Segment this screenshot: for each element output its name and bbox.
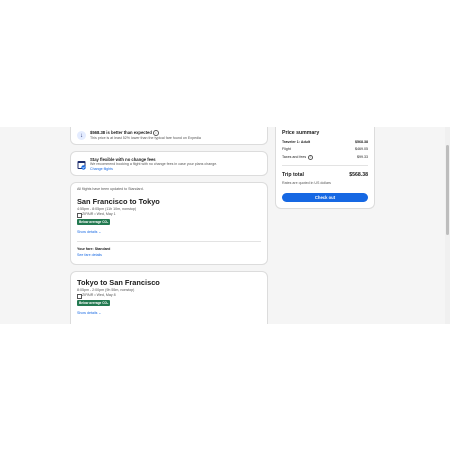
total-row: Trip total $568.38 <box>282 172 368 178</box>
flight-value: $469.05 <box>355 147 368 151</box>
outbound-route: San Francisco to Tokyo <box>77 197 160 206</box>
divider <box>282 165 368 166</box>
divider <box>77 241 261 242</box>
fare-details-link[interactable]: See fare details <box>77 253 102 258</box>
checkout-page: ↓ $568.38 is better than expected i This… <box>0 127 450 324</box>
traveler-label: Traveler 1: Adult <box>282 140 311 144</box>
currency-note: Rates are quoted in US dollars <box>282 181 331 185</box>
co2-badge: Below average CO₂ <box>77 300 111 306</box>
flexible-subtitle: We recommend booking a flight with no ch… <box>90 162 218 166</box>
chevron-down-icon: ⌄ <box>98 230 102 234</box>
return-flight-card: Tokyo to San Francisco 8:05pm - 2:00pm (… <box>70 271 268 324</box>
arrow-down-icon: ↓ <box>77 131 86 140</box>
show-details-link[interactable]: Show details ⌄ <box>77 311 101 316</box>
return-carrier: ZIPAIR • Wed, May 8 <box>82 293 116 297</box>
flight-details-card: All flights have been updated to Standar… <box>70 182 268 265</box>
standard-notice: All flights have been updated to Standar… <box>77 187 144 191</box>
calendar-check-icon <box>77 157 86 170</box>
return-route: Tokyo to San Francisco <box>77 278 160 287</box>
co2-badge: Below average CO₂ <box>77 219 111 225</box>
deal-subtitle: This price is at least 52% lower than th… <box>90 136 201 140</box>
show-details-label: Show details <box>77 230 98 234</box>
price-summary-title: Price summary <box>282 130 320 136</box>
change-flights-link[interactable]: Change flights <box>90 167 113 172</box>
taxes-label: Taxes and fees <box>282 155 307 159</box>
fare-label: Your fare: Standard <box>77 247 111 251</box>
outbound-carrier: ZIPAIR • Wed, May 1 <box>82 212 116 216</box>
taxes-label-group: Taxes and fees i <box>282 155 314 160</box>
scrollbar-thumb[interactable] <box>446 145 449 235</box>
total-value: $568.38 <box>349 172 368 178</box>
info-icon[interactable]: i <box>308 155 314 160</box>
total-label: Trip total <box>282 172 304 178</box>
flight-row: Flight $469.05 <box>282 147 368 151</box>
flight-label: Flight <box>282 147 291 151</box>
outbound-times: 4:55pm - 8:05pm (11h 10m, nonstop) <box>77 207 137 211</box>
show-details-link[interactable]: Show details ⌄ <box>77 230 101 235</box>
traveler-value: $568.38 <box>355 140 368 144</box>
deal-title: $568.38 is better than expected <box>90 130 152 135</box>
price-summary-card: Price summary Traveler 1: Adult $568.38 … <box>275 127 375 209</box>
show-details-label: Show details <box>77 311 98 315</box>
check-out-button[interactable]: Check out <box>282 193 368 202</box>
traveler-row: Traveler 1: Adult $568.38 <box>282 140 368 144</box>
chevron-down-icon: ⌄ <box>98 311 102 315</box>
taxes-row: Taxes and fees i $99.33 <box>282 155 368 160</box>
taxes-value: $99.33 <box>357 155 368 159</box>
return-times: 8:05pm - 2:00pm (9h 55m, nonstop) <box>77 288 135 292</box>
flexible-card: Stay flexible with no change fees We rec… <box>70 151 268 176</box>
price-deal-card: ↓ $568.38 is better than expected i This… <box>70 127 268 145</box>
